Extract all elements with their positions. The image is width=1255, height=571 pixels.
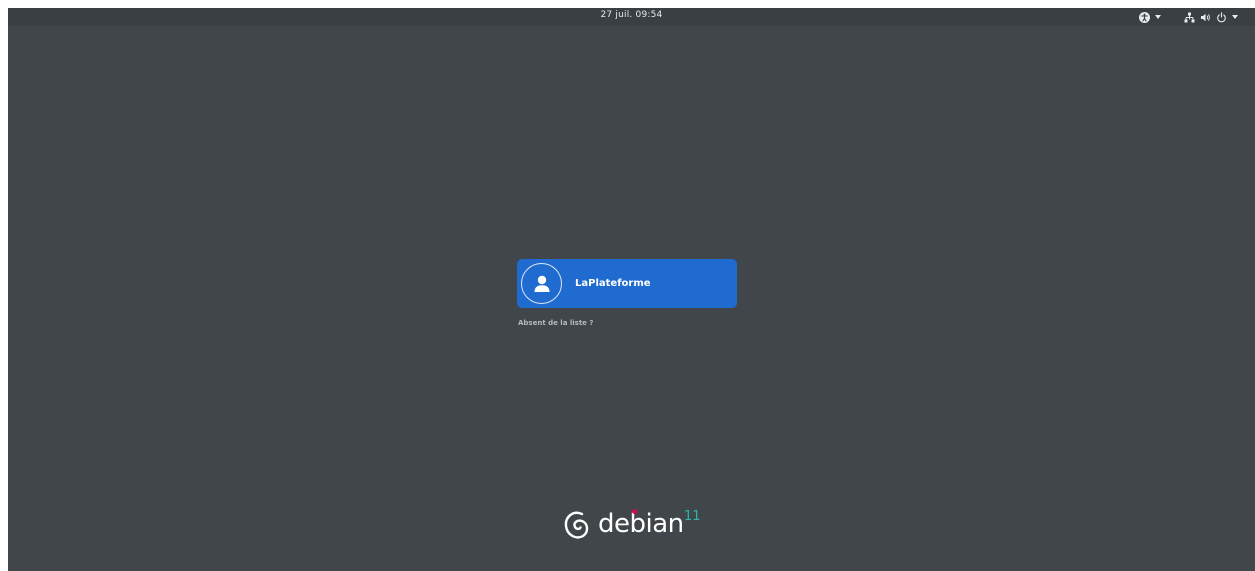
debian-version: 11 — [684, 509, 701, 524]
system-menu[interactable] — [1184, 10, 1238, 24]
network-wired-icon — [1184, 12, 1195, 22]
debian-wordmark: debian — [598, 509, 684, 539]
clock[interactable]: 27 juil. 09:54 — [8, 10, 1255, 20]
chevron-down-icon — [1155, 15, 1161, 19]
power-icon — [1217, 11, 1226, 22]
user-name: LaPlateforme — [575, 278, 651, 289]
accessibility-icon — [1139, 11, 1150, 23]
chevron-down-icon — [1232, 15, 1238, 19]
not-listed-link[interactable]: Absent de la liste ? — [518, 319, 593, 327]
debian-swirl-icon — [564, 511, 589, 539]
accessibility-menu[interactable] — [1139, 10, 1161, 24]
system-menu-button[interactable] — [1184, 11, 1238, 23]
user-avatar-icon — [521, 263, 562, 304]
login-screen: 27 juil. 09:54 LaPlateforme Absent de la… — [8, 8, 1255, 571]
accessibility-menu-button[interactable] — [1139, 11, 1161, 23]
top-bar: 27 juil. 09:54 — [8, 8, 1255, 26]
debian-logo: debian 11 — [561, 501, 721, 551]
volume-icon — [1201, 13, 1210, 21]
user-list-item-laplateforme[interactable]: LaPlateforme — [517, 259, 737, 308]
debian-dot — [632, 509, 637, 514]
